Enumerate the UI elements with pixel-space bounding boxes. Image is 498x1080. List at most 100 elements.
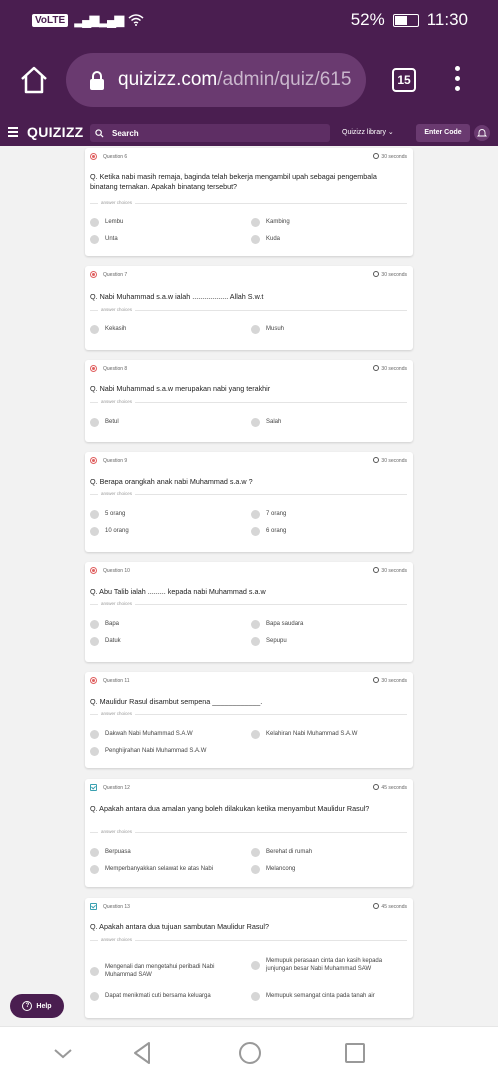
question-time: 30 seconds xyxy=(381,272,407,278)
question-number: Question 12 xyxy=(103,785,130,791)
radio-icon xyxy=(90,848,99,857)
answer-option: Musuh xyxy=(251,325,284,334)
option-text: Kuda xyxy=(266,235,281,242)
option-text: Bapa xyxy=(105,620,120,627)
radio-type-icon xyxy=(90,457,97,464)
option-text: Lembu xyxy=(105,218,124,225)
help-button[interactable]: ? Help xyxy=(10,994,64,1018)
divider-label: answer choices xyxy=(98,829,136,834)
url-text: quizizz.com/admin/quiz/615 xyxy=(118,69,351,91)
clock-icon xyxy=(373,784,379,790)
question-text: Q. Berapa orangkah anak nabi Muhammad s.… xyxy=(90,477,253,486)
app-navbar: QUIZIZZ Quizizz library ⌄ Enter Code xyxy=(0,120,498,146)
clock-icon xyxy=(373,457,379,463)
question-card[interactable]: Question 8 30 seconds Q. Nabi Muhammad s… xyxy=(85,360,413,442)
option-text: 7 orang xyxy=(266,510,287,517)
question-text: Q. Apakah antara dua amalan yang boleh d… xyxy=(90,804,370,813)
quizizz-logo[interactable]: QUIZIZZ xyxy=(27,124,84,140)
question-card[interactable]: Question 11 30 seconds Q. Maulidur Rasul… xyxy=(85,672,413,768)
search-input[interactable] xyxy=(112,128,312,138)
answer-option: Memupuk perasaan cinta dan kasih kepada … xyxy=(251,958,401,973)
answer-option: Dapat menikmati cuti bersama keluarga xyxy=(90,992,211,1001)
question-time: 30 seconds xyxy=(381,678,407,684)
answer-option: Penghijrahan Nabi Muhammad S.A.W xyxy=(90,747,206,756)
answer-option: Kelahiran Nabi Muhammad S.A.W xyxy=(251,730,357,739)
menu-icon[interactable] xyxy=(8,127,18,137)
question-card[interactable]: Question 6 30 seconds Q. Ketika nabi mas… xyxy=(85,148,413,256)
url-path: /admin/quiz/615 xyxy=(217,69,352,90)
radio-icon xyxy=(90,325,99,334)
question-text: Q. Maulidur Rasul disambut sempena _____… xyxy=(90,697,263,706)
radio-type-icon xyxy=(90,365,97,372)
home-icon[interactable] xyxy=(18,64,50,96)
option-text: Dapat menikmati cuti bersama keluarga xyxy=(105,992,211,999)
clock-time: 11:30 xyxy=(426,10,468,29)
question-header: Question 8 30 seconds xyxy=(90,365,407,375)
answer-option: Bapa xyxy=(90,620,119,629)
option-text: Musuh xyxy=(266,325,285,332)
radio-icon xyxy=(251,620,260,629)
hide-keyboard-icon[interactable] xyxy=(53,1041,73,1065)
search-bar[interactable] xyxy=(90,124,330,142)
clock-icon xyxy=(373,903,379,909)
option-text: Berehat di rumah xyxy=(266,848,313,855)
radio-icon xyxy=(251,992,260,1001)
answer-divider: answer choices xyxy=(90,711,407,717)
enter-code-button[interactable]: Enter Code xyxy=(416,124,470,142)
radio-icon xyxy=(251,218,260,227)
radio-icon xyxy=(251,510,260,519)
radio-type-icon xyxy=(90,271,97,278)
divider-label: answer choices xyxy=(98,200,136,205)
divider-label: answer choices xyxy=(98,307,136,312)
answer-option: Datuk xyxy=(90,637,121,646)
browser-toolbar: quizizz.com/admin/quiz/615 15 xyxy=(0,40,498,120)
question-card[interactable]: Question 13 45 seconds Q. Apakah antara … xyxy=(85,898,413,1018)
question-text: Q. Nabi Muhammad s.a.w merupakan nabi ya… xyxy=(90,384,271,393)
checkbox-type-icon xyxy=(90,903,97,910)
radio-icon xyxy=(251,418,260,427)
question-number: Question 9 xyxy=(103,458,128,464)
divider-label: answer choices xyxy=(98,937,136,942)
checkbox-type-icon xyxy=(90,784,97,791)
clock-icon xyxy=(373,365,379,371)
option-text: Kekasih xyxy=(105,325,127,332)
radio-type-icon xyxy=(90,153,97,160)
option-text: Mengenali dan mengetahui peribadi Nabi M… xyxy=(105,964,215,978)
answer-divider: answer choices xyxy=(90,307,407,313)
back-icon[interactable] xyxy=(132,1041,152,1065)
clock-icon xyxy=(373,677,379,683)
question-time: 45 seconds xyxy=(381,785,407,791)
question-card[interactable]: Question 12 45 seconds Q. Apakah antara … xyxy=(85,779,413,887)
question-time: 30 seconds xyxy=(381,458,407,464)
recents-icon[interactable] xyxy=(344,1041,366,1065)
radio-icon xyxy=(90,235,99,244)
radio-type-icon xyxy=(90,567,97,574)
option-text: Unta xyxy=(105,235,118,242)
radio-icon xyxy=(90,637,99,646)
answer-option: Mengenali dan mengetahui peribadi Nabi M… xyxy=(90,964,245,979)
question-time: 30 seconds xyxy=(381,568,407,574)
question-card[interactable]: Question 7 30 seconds Q. Nabi Muhammad s… xyxy=(85,266,413,350)
answer-option: Sepupu xyxy=(251,637,287,646)
divider-label: answer choices xyxy=(98,491,136,496)
radio-icon xyxy=(251,961,260,970)
answer-option: Kambing xyxy=(251,218,290,227)
question-header: Question 12 45 seconds xyxy=(90,784,407,794)
answer-option: Betul xyxy=(90,418,119,427)
tab-switcher-button[interactable]: 15 xyxy=(392,68,416,92)
home-circle-icon[interactable] xyxy=(238,1041,262,1065)
option-text: Berpuasa xyxy=(105,848,131,855)
battery-percent: 52% xyxy=(350,10,385,29)
question-mark-icon: ? xyxy=(22,1001,33,1011)
question-text: Q. Abu Talib ialah ......... kepada nabi… xyxy=(90,587,266,596)
question-header: Question 6 30 seconds xyxy=(90,153,407,163)
address-bar[interactable]: quizizz.com/admin/quiz/615 xyxy=(66,53,366,107)
overflow-menu-icon[interactable] xyxy=(452,66,462,96)
library-dropdown[interactable]: Quizizz library ⌄ xyxy=(342,128,394,136)
question-card[interactable]: Question 10 30 seconds Q. Abu Talib iala… xyxy=(85,562,413,662)
question-card[interactable]: Question 9 30 seconds Q. Berapa orangkah… xyxy=(85,452,413,552)
option-text: Memperbanyakkan selawat ke atas Nabi xyxy=(105,865,214,872)
bell-icon[interactable] xyxy=(474,125,490,141)
radio-icon xyxy=(251,865,260,874)
option-text: Bapa saudara xyxy=(266,620,304,627)
